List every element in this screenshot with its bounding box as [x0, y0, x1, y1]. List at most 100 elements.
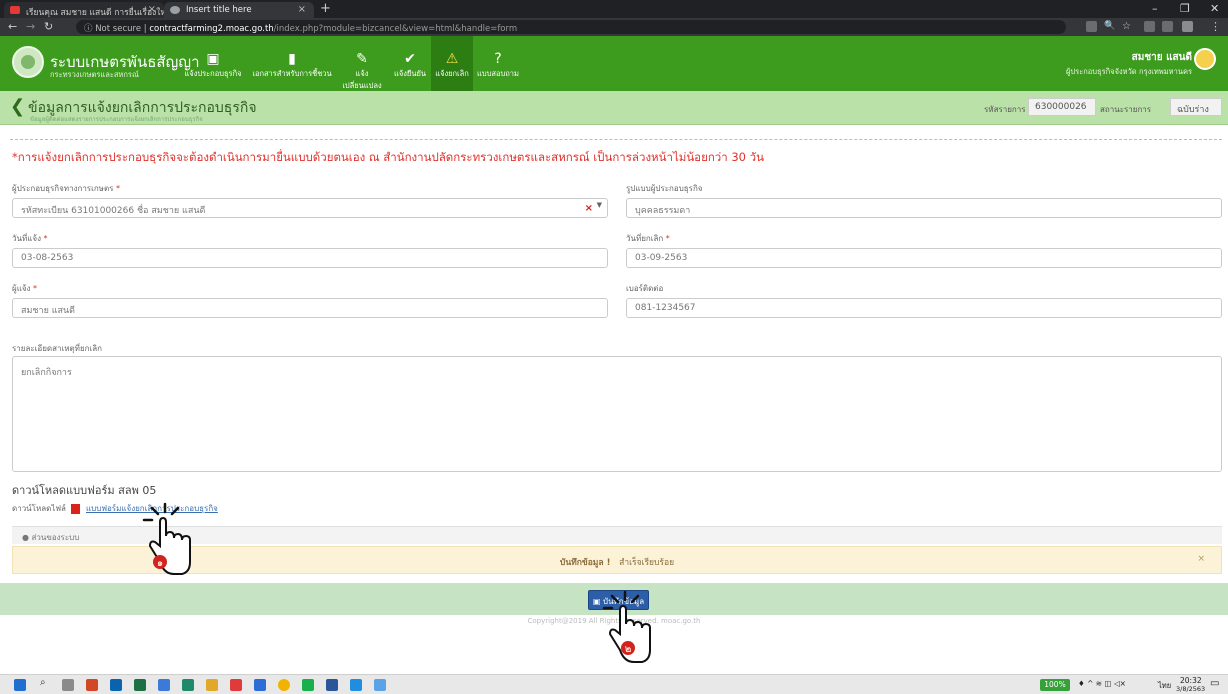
clipboard-icon: ▮ — [288, 51, 296, 67]
operator-select[interactable]: รหัสทะเบียน 63101000266 ชื่อ สมชาย แสนดี… — [12, 198, 608, 218]
cancel-date-label: วันที่ยกเลิก * — [626, 232, 670, 245]
info-circle-icon: ● — [22, 533, 32, 542]
notifier-field[interactable]: สมชาย แสนดี — [12, 298, 608, 318]
back-arrow-icon[interactable]: ← — [8, 20, 17, 33]
operator-select-value: รหัสทะเบียน 63101000266 ชื่อ สมชาย แสนดี — [21, 206, 206, 216]
menu-questionnaire[interactable]: ? แบบสอบถาม — [474, 36, 522, 91]
kebab-menu-icon[interactable]: ⋮ — [1210, 20, 1221, 33]
required-mark: * — [32, 284, 37, 293]
reason-label: รายละเอียดสาเหตุที่ยกเลิก — [12, 344, 102, 353]
notify-date-label: วันที่แจ้ง * — [12, 232, 48, 245]
operator-label: ผู้ประกอบธุรกิจทางการเกษตร * — [12, 182, 120, 195]
user-role: ผู้ประกอบธุรกิจจังหวัด กรุงเทพมหานคร — [1066, 67, 1192, 76]
task-view-icon[interactable] — [62, 679, 74, 691]
photos-icon[interactable] — [374, 679, 386, 691]
system-subtitle: กระทรวงเกษตรและสหกรณ์ — [50, 70, 139, 79]
windows-start-icon[interactable] — [14, 679, 26, 691]
ref-value: 630000026 — [1028, 98, 1096, 116]
ministry-logo — [12, 46, 44, 78]
menu-label: แจ้งยืนยัน — [394, 69, 426, 78]
browser-tab-1-title: เรียนคุณ สมชาย แสนดี การยื่นเรื่องใหม่ — [26, 8, 164, 18]
chevron-down-icon: ▼ — [596, 201, 602, 209]
close-icon[interactable]: × — [1197, 554, 1205, 564]
required-mark: * — [43, 234, 48, 243]
notes-icon[interactable] — [158, 679, 170, 691]
url-path: /index.php?module=bizcancel&view=html&ha… — [273, 24, 518, 34]
biz-type-field[interactable]: บุคคลธรรมดา — [626, 198, 1222, 218]
close-icon[interactable]: × — [148, 4, 156, 15]
clock-time: 20:32 — [1180, 676, 1202, 685]
notify-date-field[interactable]: 03-08-2563 — [12, 248, 608, 268]
menu-label: แจ้งยกเลิก — [435, 69, 469, 78]
cancel-date-field[interactable]: 03-09-2563 — [626, 248, 1222, 268]
publisher-icon[interactable] — [182, 679, 194, 691]
browser-tab-2[interactable]: Insert title here × — [164, 2, 314, 18]
menu-solicitation-docs[interactable]: ▮ เอกสารสำหรับการชี้ชวน — [248, 36, 336, 91]
tray-icons[interactable]: ♦ ^ ≋ ◫ ◁× — [1078, 679, 1126, 688]
chrome-icon[interactable] — [278, 679, 290, 691]
user-avatar[interactable] — [1194, 48, 1216, 70]
extension-icon[interactable] — [1144, 21, 1155, 32]
notification-icon[interactable]: ▭ — [1210, 678, 1219, 689]
profile-icon[interactable] — [1182, 21, 1193, 32]
reason-textarea[interactable]: ยกเลิกกิจการ — [12, 356, 1222, 472]
menu-confirm[interactable]: ✔ แจ้งยืนยัน — [389, 36, 431, 91]
zoom-icon[interactable]: 🔍 — [1104, 21, 1115, 32]
warning-notice: *การแจ้งยกเลิกการประกอบธุรกิจจะต้องดำเนิ… — [12, 150, 764, 164]
reload-icon[interactable]: ↻ — [44, 20, 53, 33]
window-close-icon[interactable]: ✕ — [1210, 2, 1219, 15]
menu-cancel-notice[interactable]: ⚠ แจ้งยกเลิก — [431, 36, 473, 91]
marker-number: ๒ — [625, 644, 632, 655]
line-icon[interactable] — [302, 679, 314, 691]
menu-label: แจ้งประกอบธุรกิจ — [184, 69, 242, 78]
hand-pointer-icon: ๑ — [142, 502, 191, 575]
menu-label: แจ้งเปลี่ยนแปลง — [342, 69, 382, 90]
close-icon[interactable]: × — [298, 4, 306, 15]
maximize-icon[interactable]: ❐ — [1180, 2, 1190, 15]
browser-tab-1[interactable]: เรียนคุณ สมชาย แสนดี การยื่นเรื่องใหม่ × — [4, 2, 164, 18]
download-title: ดาวน์โหลดแบบฟอร์ม สลพ 05 — [12, 484, 157, 497]
menu-change-notice[interactable]: ✎ แจ้งเปลี่ยนแปลง — [336, 36, 388, 91]
clock-date: 3/8/2563 — [1176, 685, 1206, 693]
forward-arrow-icon[interactable]: → — [26, 20, 35, 33]
input-language[interactable]: ไทย — [1158, 680, 1171, 692]
required-mark: * — [665, 234, 670, 243]
outlook-icon[interactable] — [110, 679, 122, 691]
notify-date-label-text: วันที่แจ้ง — [12, 234, 41, 243]
alert-text: สำเร็จเรียบร้อย — [619, 558, 675, 568]
divider — [10, 139, 1222, 140]
clear-icon[interactable]: × — [585, 203, 593, 214]
file-explorer-icon[interactable] — [206, 679, 218, 691]
minimize-icon[interactable]: – — [1152, 2, 1158, 15]
puzzle-icon[interactable] — [1162, 21, 1173, 32]
app-icon[interactable] — [230, 679, 242, 691]
powerpoint-icon[interactable] — [86, 679, 98, 691]
alert-bold-text: บันทึกข้อมูล ! — [559, 558, 611, 568]
vscode-icon[interactable] — [254, 679, 266, 691]
notifier-label: ผู้แจ้ง * — [12, 282, 37, 295]
required-mark: * — [116, 184, 120, 193]
excel-icon[interactable] — [134, 679, 146, 691]
search-icon[interactable]: ⌕ — [40, 677, 52, 689]
chevron-left-icon[interactable]: ❮ — [10, 96, 25, 117]
warning-icon: ⚠ — [445, 51, 459, 67]
new-tab-button[interactable]: + — [320, 1, 331, 16]
url-field[interactable]: ⓘ Not secure | contractfarming2.moac.go.… — [76, 20, 1066, 34]
menu-label: เอกสารสำหรับการชี้ชวน — [252, 69, 332, 78]
word-icon[interactable] — [326, 679, 338, 691]
browser-tab-2-title: Insert title here — [186, 5, 252, 15]
address-bar-row: ← → ↻ ⓘ Not secure | contractfarming2.mo… — [0, 18, 1228, 36]
download-file-label: ดาวน์โหลดไฟล์ — [12, 504, 66, 513]
phone-field[interactable]: 081-1234567 — [626, 298, 1222, 318]
info-icon: ⓘ — [84, 24, 96, 34]
bookmark-star-icon[interactable]: ☆ — [1122, 21, 1133, 32]
page-heading-bar: ❮ ข้อมูลการแจ้งยกเลิกการประกอบธุรกิจ ข้อ… — [0, 91, 1228, 125]
menu-register-business[interactable]: ▣ แจ้งประกอบธุรกิจ — [180, 36, 246, 91]
edge-icon[interactable] — [350, 679, 362, 691]
page-subtitle: ข้อมูลผู้ติดต่อแสดงรายการประกอบการแจ้งยก… — [30, 116, 203, 123]
user-name: สมชาย แสนดี — [1131, 52, 1192, 63]
translate-icon[interactable] — [1086, 21, 1097, 32]
cancel-date-label-text: วันที่ยกเลิก — [626, 234, 664, 243]
edit-icon: ✎ — [356, 51, 368, 67]
pdf-icon — [71, 503, 81, 514]
